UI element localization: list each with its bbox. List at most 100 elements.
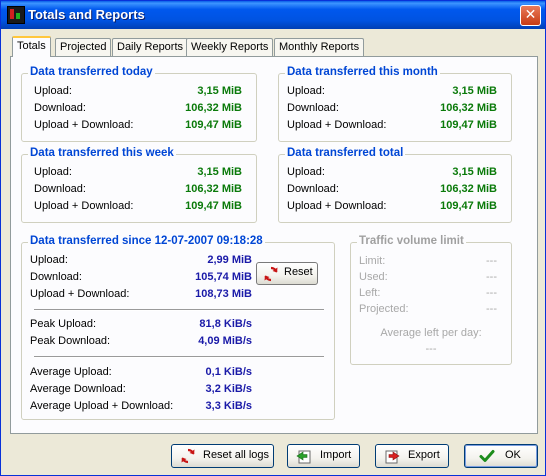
week-total-row: Upload + Download: 109,47 MiB — [22, 200, 256, 216]
since-peak-upload-row: Peak Upload: 81,8 KiB/s — [22, 318, 334, 334]
limit-row: Limit: --- — [351, 255, 511, 271]
export-icon — [385, 450, 400, 464]
today-download-row: Download: 106,32 MiB — [22, 102, 256, 118]
traffic-limit-title: Traffic volume limit — [357, 235, 466, 247]
close-button[interactable]: ✕ — [520, 5, 541, 26]
avg-left-row: Average left per day: — [351, 327, 511, 343]
group-since: Data transferred since 12-07-2007 09:18:… — [21, 235, 335, 420]
tab-monthly-reports[interactable]: Monthly Reports — [274, 38, 365, 56]
avg-left-value: --- — [425, 343, 437, 355]
since-total-row: Upload + Download: 108,73 MiB — [22, 288, 334, 304]
since-avg-upload-row: Average Upload: 0,1 KiB/s — [22, 366, 334, 382]
totals-reports-window: Totals and Reports ✕ Totals Projected Da… — [0, 0, 546, 476]
since-avg-download-row: Average Download: 3,2 KiB/s — [22, 383, 334, 399]
total-upload-label: Upload: — [287, 166, 325, 178]
total-total-value: 109,47 MiB — [440, 200, 497, 212]
month-upload-value: 3,15 MiB — [452, 85, 497, 97]
avg-total-value: 3,3 KiB/s — [205, 400, 252, 412]
peak-upload-value: 81,8 KiB/s — [199, 318, 252, 330]
used-row: Used: --- — [351, 271, 511, 287]
total-upload-value: 3,15 MiB — [452, 166, 497, 178]
today-total-value: 109,47 MiB — [185, 119, 242, 131]
avg-upload-value: 0,1 KiB/s — [205, 366, 252, 378]
month-total-row: Upload + Download: 109,47 MiB — [279, 119, 511, 135]
today-upload-label: Upload: — [34, 85, 72, 97]
week-total-label: Upload + Download: — [34, 200, 134, 212]
group-today-title: Data transferred today — [28, 66, 155, 78]
month-upload-row: Upload: 3,15 MiB — [279, 85, 511, 101]
tab-daily-reports[interactable]: Daily Reports — [112, 38, 189, 56]
close-icon: ✕ — [524, 7, 537, 23]
group-week: Data transferred this week Upload: 3,15 … — [21, 147, 257, 223]
totals-panel: Data transferred today Upload: 3,15 MiB … — [10, 56, 538, 434]
tab-projected[interactable]: Projected — [55, 38, 112, 56]
week-upload-label: Upload: — [34, 166, 72, 178]
group-traffic-limit: Traffic volume limit Limit: --- Used: --… — [350, 235, 512, 365]
week-upload-row: Upload: 3,15 MiB — [22, 166, 256, 182]
total-total-label: Upload + Download: — [287, 200, 387, 212]
since-total-value: 108,73 MiB — [195, 288, 252, 300]
month-download-value: 106,32 MiB — [440, 102, 497, 114]
since-separator-2 — [34, 356, 324, 358]
month-total-label: Upload + Download: — [287, 119, 387, 131]
total-download-row: Download: 106,32 MiB — [279, 183, 511, 199]
export-button[interactable]: Export — [375, 444, 449, 468]
export-label: Export — [408, 449, 440, 461]
left-value: --- — [486, 287, 497, 299]
group-month: Data transferred this month Upload: 3,15… — [278, 66, 512, 142]
avg-left-value-row: --- — [351, 343, 511, 359]
group-total-title: Data transferred total — [285, 147, 406, 159]
since-download-label: Download: — [30, 271, 82, 283]
today-upload-row: Upload: 3,15 MiB — [22, 85, 256, 101]
refresh-icon — [181, 448, 195, 464]
window-title: Totals and Reports — [28, 7, 145, 22]
today-download-label: Download: — [34, 102, 86, 114]
month-upload-label: Upload: — [287, 85, 325, 97]
week-upload-value: 3,15 MiB — [197, 166, 242, 178]
week-total-value: 109,47 MiB — [185, 200, 242, 212]
week-download-value: 106,32 MiB — [185, 183, 242, 195]
tab-totals[interactable]: Totals — [12, 36, 51, 57]
used-value: --- — [486, 271, 497, 283]
reset-button[interactable]: Reset — [256, 262, 318, 285]
since-total-label: Upload + Download: — [30, 288, 130, 300]
avg-upload-label: Average Upload: — [30, 366, 112, 378]
avg-download-label: Average Download: — [30, 383, 126, 395]
left-row: Left: --- — [351, 287, 511, 303]
ok-button[interactable]: OK — [464, 444, 538, 468]
today-download-value: 106,32 MiB — [185, 102, 242, 114]
refresh-icon — [264, 266, 278, 282]
group-since-title: Data transferred since 12-07-2007 09:18:… — [28, 235, 265, 247]
projected-label: Projected: — [359, 303, 409, 315]
import-icon — [296, 450, 311, 464]
since-peak-download-row: Peak Download: 4,09 MiB/s — [22, 335, 334, 351]
left-label: Left: — [359, 287, 381, 299]
group-today: Data transferred today Upload: 3,15 MiB … — [21, 66, 257, 142]
since-download-value: 105,74 MiB — [195, 271, 252, 283]
total-download-value: 106,32 MiB — [440, 183, 497, 195]
since-avg-total-row: Average Upload + Download: 3,3 KiB/s — [22, 400, 334, 416]
today-total-label: Upload + Download: — [34, 119, 134, 131]
reset-all-logs-label: Reset all logs — [203, 449, 270, 461]
today-total-row: Upload + Download: 109,47 MiB — [22, 119, 256, 135]
title-bar[interactable]: Totals and Reports ✕ — [1, 1, 545, 29]
peak-upload-label: Peak Upload: — [30, 318, 97, 330]
import-button[interactable]: Import — [287, 444, 360, 468]
peak-download-value: 4,09 MiB/s — [198, 335, 252, 347]
since-upload-value: 2,99 MiB — [207, 254, 252, 266]
tab-weekly-reports[interactable]: Weekly Reports — [186, 38, 274, 56]
group-week-title: Data transferred this week — [28, 147, 176, 159]
limit-value: --- — [486, 255, 497, 267]
import-label: Import — [320, 449, 352, 461]
projected-value: --- — [486, 303, 497, 315]
group-total: Data transferred total Upload: 3,15 MiB … — [278, 147, 512, 223]
week-download-row: Download: 106,32 MiB — [22, 183, 256, 199]
reset-all-logs-button[interactable]: Reset all logs — [171, 444, 274, 468]
month-total-value: 109,47 MiB — [440, 119, 497, 131]
avg-download-value: 3,2 KiB/s — [205, 383, 252, 395]
avg-left-label: Average left per day: — [380, 327, 482, 339]
ok-label: OK — [505, 449, 521, 461]
today-upload-value: 3,15 MiB — [197, 85, 242, 97]
week-download-label: Download: — [34, 183, 86, 195]
reset-label: Reset — [284, 266, 313, 278]
